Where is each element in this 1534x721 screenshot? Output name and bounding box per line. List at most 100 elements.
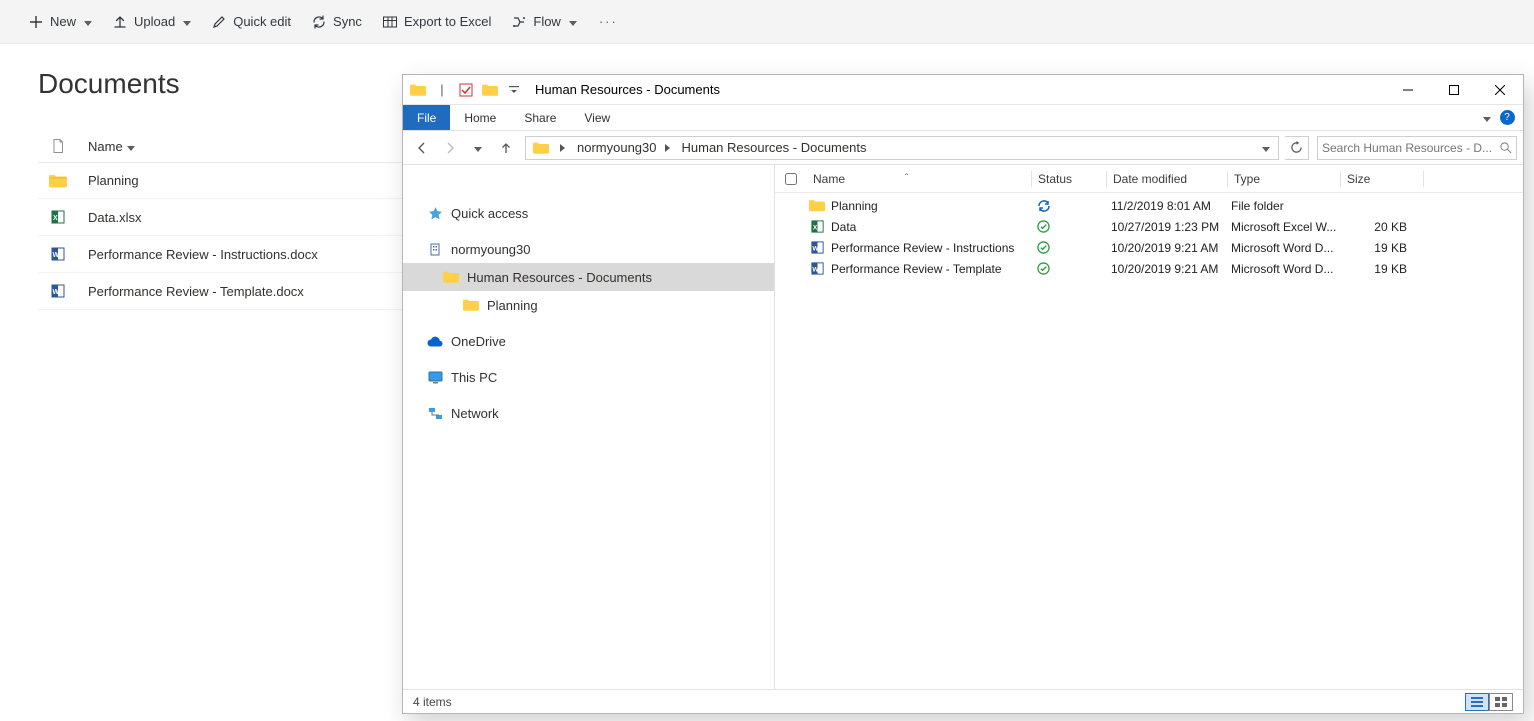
tree-label: Quick access <box>451 206 528 221</box>
breadcrumb-sep[interactable] <box>554 137 571 159</box>
document-list: Name Planning X Data.xlsx W Performance … <box>38 130 408 310</box>
sync-label: Sync <box>333 14 362 29</box>
divider: | <box>431 79 453 101</box>
column-type[interactable]: Type <box>1228 172 1340 186</box>
chevron-down-icon <box>84 14 92 29</box>
search-box[interactable] <box>1317 136 1517 160</box>
file-type: Microsoft Word D... <box>1225 262 1337 276</box>
quick-access-icon <box>427 205 443 221</box>
tree-quick-access[interactable]: Quick access <box>403 199 774 227</box>
status-bar: 4 items <box>403 689 1523 713</box>
column-name[interactable]: Nameˆ <box>807 172 1031 186</box>
window-title: Human Resources - Documents <box>525 82 720 97</box>
up-button[interactable] <box>493 136 519 160</box>
minimize-button[interactable] <box>1385 75 1431 105</box>
network-icon <box>427 405 443 421</box>
chevron-down-icon <box>569 14 577 29</box>
breadcrumb-segment[interactable]: normyoung30 <box>571 137 676 159</box>
search-icon <box>1499 141 1512 154</box>
file-row[interactable]: X Data 10/27/2019 1:23 PM Microsoft Exce… <box>775 216 1523 237</box>
forward-button[interactable] <box>437 136 463 160</box>
breadcrumb-dropdown-button[interactable] <box>1256 140 1276 155</box>
file-name: Performance Review - Instructions <box>827 241 1031 255</box>
list-item[interactable]: Planning <box>38 163 408 199</box>
breadcrumb[interactable]: normyoung30 Human Resources - Documents <box>525 136 1279 160</box>
column-size[interactable]: Size <box>1341 172 1423 186</box>
tab-view[interactable]: View <box>570 105 624 130</box>
file-pane: Nameˆ Status Date modified Type Size Pla… <box>775 165 1523 689</box>
ok-status-icon <box>1037 241 1050 254</box>
file-type: File folder <box>1225 199 1337 213</box>
recent-locations-button[interactable] <box>465 136 491 160</box>
qat-properties-button[interactable] <box>455 79 477 101</box>
file-date: 11/2/2019 8:01 AM <box>1105 199 1225 213</box>
word-file-icon: W <box>810 240 825 255</box>
excel-export-icon <box>382 14 398 30</box>
onedrive-icon <box>427 333 443 349</box>
file-type: Microsoft Excel W... <box>1225 220 1337 234</box>
chevron-down-icon <box>1262 140 1270 155</box>
column-status[interactable]: Status <box>1032 172 1106 186</box>
tree-label: normyoung30 <box>451 242 531 257</box>
column-label: Name <box>813 172 845 186</box>
folder-icon <box>407 79 429 101</box>
ribbon: File Home Share View ? <box>403 105 1523 131</box>
list-header[interactable]: Name <box>38 130 408 163</box>
flow-label: Flow <box>533 14 560 29</box>
file-row[interactable]: W Performance Review - Template 10/20/20… <box>775 258 1523 279</box>
chevron-down-icon <box>127 139 135 154</box>
flow-button[interactable]: Flow <box>503 8 584 36</box>
tab-share[interactable]: Share <box>510 105 570 130</box>
tab-home[interactable]: Home <box>450 105 510 130</box>
select-all-checkbox[interactable] <box>785 173 797 185</box>
ok-status-icon <box>1037 262 1050 275</box>
tree-user[interactable]: normyoung30 <box>403 235 774 263</box>
tree-planning[interactable]: Planning <box>403 291 774 319</box>
qat-new-folder-button[interactable] <box>479 79 501 101</box>
tree-this-pc[interactable]: This PC <box>403 363 774 391</box>
excel-file-icon: X <box>810 219 825 234</box>
tree-onedrive[interactable]: OneDrive <box>403 327 774 355</box>
chevron-down-icon <box>183 14 191 29</box>
export-excel-button[interactable]: Export to Excel <box>374 8 499 36</box>
large-icons-view-button[interactable] <box>1489 693 1513 711</box>
list-item[interactable]: W Performance Review - Instructions.docx <box>38 236 408 273</box>
sync-button[interactable]: Sync <box>303 8 370 36</box>
new-button[interactable]: New <box>20 8 100 36</box>
sync-icon <box>311 14 327 30</box>
details-view-button[interactable] <box>1465 693 1489 711</box>
maximize-button[interactable] <box>1431 75 1477 105</box>
file-row[interactable]: W Performance Review - Instructions 10/2… <box>775 237 1523 258</box>
qat-customize-button[interactable] <box>503 79 525 101</box>
svg-text:W: W <box>53 252 60 259</box>
help-icon: ? <box>1500 110 1515 125</box>
breadcrumb-segment[interactable]: Human Resources - Documents <box>676 137 873 159</box>
ok-status-icon <box>1037 220 1050 233</box>
tree-hr-documents[interactable]: Human Resources - Documents <box>403 263 774 291</box>
file-type: Microsoft Word D... <box>1225 241 1337 255</box>
list-item[interactable]: X Data.xlsx <box>38 199 408 236</box>
file-explorer-window: | Human Resources - Documents File Home … <box>402 74 1524 714</box>
column-date[interactable]: Date modified <box>1107 172 1227 186</box>
tab-file[interactable]: File <box>403 105 450 130</box>
expand-ribbon-button[interactable] <box>1477 105 1497 130</box>
search-input[interactable] <box>1322 141 1499 155</box>
back-button[interactable] <box>409 136 435 160</box>
close-button[interactable] <box>1477 75 1523 105</box>
help-button[interactable]: ? <box>1497 105 1517 130</box>
file-size: 20 KB <box>1337 220 1419 234</box>
upload-button[interactable]: Upload <box>104 8 199 36</box>
item-count: 4 items <box>413 695 452 709</box>
more-button[interactable]: ··· <box>589 8 628 35</box>
monitor-icon <box>427 369 443 385</box>
flow-icon <box>511 14 527 30</box>
list-item[interactable]: W Performance Review - Template.docx <box>38 273 408 310</box>
file-row[interactable]: Planning 11/2/2019 8:01 AM File folder <box>775 195 1523 216</box>
breadcrumb-label: Human Resources - Documents <box>682 140 867 155</box>
refresh-button[interactable] <box>1285 136 1309 160</box>
file-name: Planning <box>88 173 139 188</box>
quick-edit-button[interactable]: Quick edit <box>203 8 299 36</box>
document-icon <box>50 138 66 154</box>
excel-file-icon: X <box>50 209 66 225</box>
tree-network[interactable]: Network <box>403 399 774 427</box>
